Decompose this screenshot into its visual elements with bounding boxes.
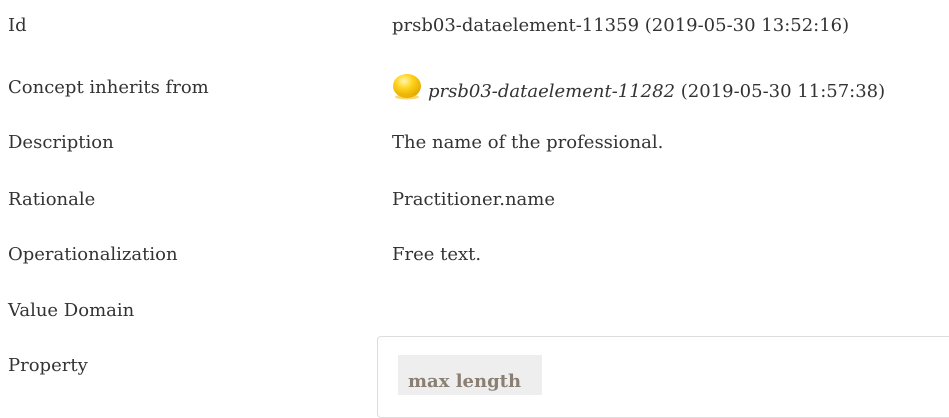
operationalization-value: Free text.	[392, 244, 482, 265]
parent-concept-link[interactable]: prsb03-dataelement-11282	[428, 81, 675, 102]
row-concept-inherits-from: Concept inherits from prsb03-dataelement…	[0, 73, 949, 103]
rationale-label: Rationale	[8, 189, 96, 210]
row-operationalization: Operationalization Free text.	[0, 240, 949, 270]
row-value-domain: Value Domain	[0, 296, 949, 326]
max-length-column-header: max length	[398, 355, 542, 395]
concept-inherits-label: Concept inherits from	[8, 77, 209, 98]
row-rationale: Rationale Practitioner.name	[0, 185, 949, 215]
row-description: Description The name of the professional…	[0, 128, 949, 158]
value-domain-label: Value Domain	[8, 300, 135, 321]
id-label: Id	[8, 15, 27, 36]
property-table-panel: max length	[377, 336, 949, 418]
concept-inherits-value: prsb03-dataelement-11282 (2019-05-30 11:…	[392, 73, 885, 107]
yellow-status-orb-icon	[393, 74, 421, 100]
description-label: Description	[8, 132, 114, 153]
property-label: Property	[8, 355, 88, 376]
row-id: Id prsb03-dataelement-11359 (2019-05-30 …	[0, 11, 949, 41]
operationalization-label: Operationalization	[8, 244, 178, 265]
rationale-value: Practitioner.name	[392, 189, 555, 210]
description-value: The name of the professional.	[392, 132, 664, 153]
id-value: prsb03-dataelement-11359 (2019-05-30 13:…	[392, 15, 850, 36]
parent-concept-date: (2019-05-30 11:57:38)	[675, 81, 886, 102]
